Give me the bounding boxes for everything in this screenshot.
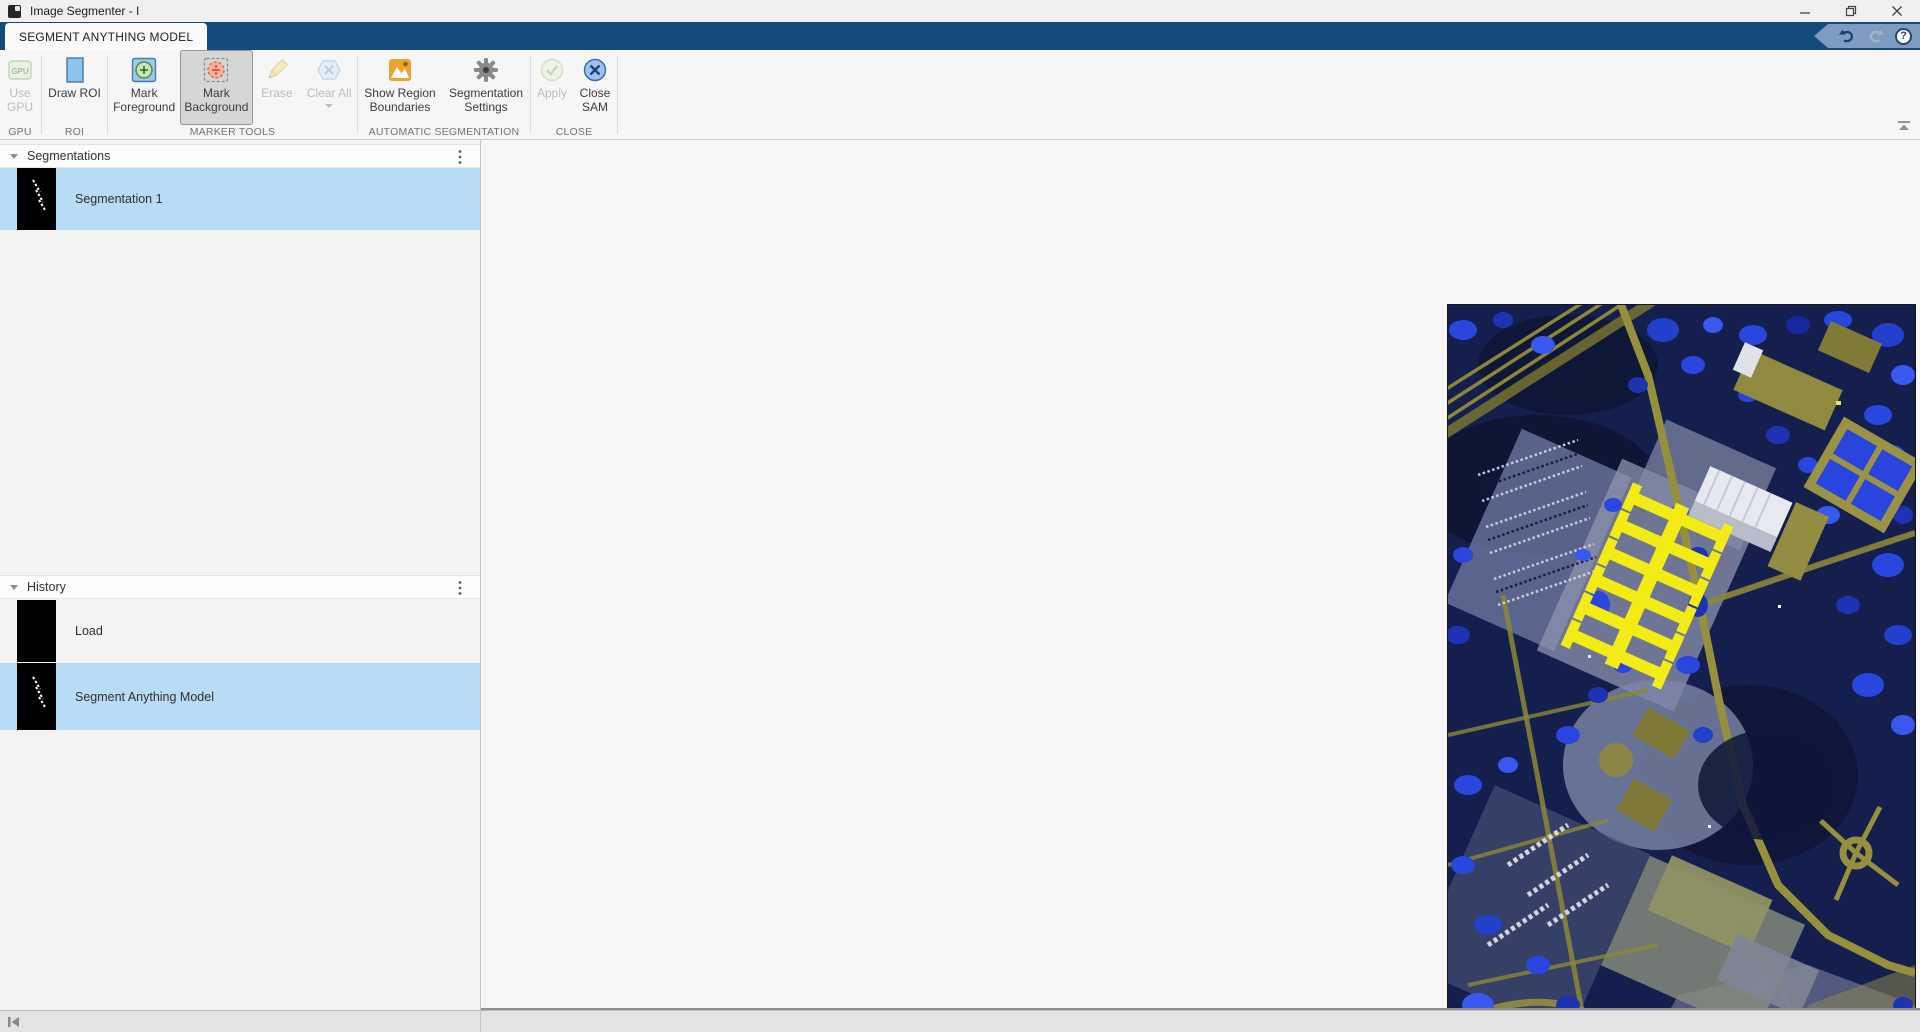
tab-segment-anything-model[interactable]: SEGMENT ANYTHING MODEL bbox=[5, 23, 208, 50]
close-icon bbox=[1892, 6, 1902, 16]
segmentations-menu-icon[interactable] bbox=[458, 149, 462, 170]
show-region-boundaries-icon bbox=[387, 56, 413, 84]
ribbon-group-close: Apply Close SAM CLOSE bbox=[531, 50, 617, 139]
help-button[interactable]: ? bbox=[1895, 27, 1912, 45]
apply-check-icon bbox=[539, 56, 565, 84]
erase-pencil-icon bbox=[264, 56, 290, 84]
group-label-automatic-segmentation: AUTOMATIC SEGMENTATION bbox=[368, 126, 520, 138]
svg-text:GPU: GPU bbox=[11, 67, 29, 76]
redo-icon bbox=[1869, 29, 1884, 43]
group-label-roi: ROI bbox=[64, 126, 85, 138]
mark-background-icon bbox=[203, 56, 229, 84]
close-sam-button[interactable]: Close SAM bbox=[573, 50, 617, 125]
undo-button[interactable] bbox=[1837, 26, 1857, 46]
undo-icon bbox=[1839, 29, 1854, 43]
collapse-caret-icon[interactable] bbox=[10, 153, 18, 159]
history-load-label: Load bbox=[75, 624, 103, 638]
image-segmenter-window: Image Segmenter - I SEGMENT ANYTHING MOD… bbox=[0, 0, 1920, 1032]
restore-button[interactable] bbox=[1828, 0, 1874, 22]
group-label-gpu: GPU bbox=[8, 126, 32, 138]
group-label-close: CLOSE bbox=[555, 126, 593, 138]
ribbon-group-marker-tools: Mark Foreground Mark Background Erase Cl… bbox=[108, 50, 357, 139]
browser-panel: Segmentations Segmentation 1 History Loa… bbox=[0, 140, 480, 1010]
segmentation-1-label: Segmentation 1 bbox=[75, 192, 163, 206]
load-thumbnail bbox=[17, 600, 56, 662]
gpu-icon: GPU bbox=[7, 56, 33, 84]
aerial-image[interactable] bbox=[1447, 304, 1916, 1032]
segment-anything-model-thumbnail bbox=[17, 663, 56, 730]
ribbon-toolstrip: GPU Use GPU GPU Draw ROI ROI Mark Foregr… bbox=[0, 50, 1920, 140]
clear-all-button[interactable]: Clear All bbox=[301, 50, 357, 125]
redo-button[interactable] bbox=[1866, 26, 1886, 46]
restore-icon bbox=[1845, 5, 1857, 17]
segmentation-settings-button[interactable]: Segmentation Settings bbox=[442, 50, 530, 125]
close-button[interactable] bbox=[1874, 0, 1920, 22]
roi-rectangle-icon bbox=[62, 56, 88, 84]
apply-button[interactable]: Apply bbox=[531, 50, 573, 125]
segmentations-section-header[interactable]: Segmentations bbox=[0, 144, 480, 168]
collapse-panel-button[interactable] bbox=[7, 1015, 20, 1032]
segmentations-title: Segmentations bbox=[27, 149, 111, 163]
mark-foreground-button[interactable]: Mark Foreground bbox=[108, 50, 180, 125]
clear-all-icon bbox=[316, 56, 342, 84]
history-section-header[interactable]: History bbox=[0, 575, 480, 599]
collapse-caret-icon[interactable] bbox=[10, 584, 18, 590]
history-menu-icon[interactable] bbox=[458, 580, 462, 601]
app-icon bbox=[8, 4, 21, 18]
aerial-false-color-image bbox=[1448, 305, 1915, 1032]
history-item-segment-anything-model[interactable]: Segment Anything Model bbox=[0, 663, 480, 730]
ribbon-tab-band: SEGMENT ANYTHING MODEL ? bbox=[0, 22, 1920, 50]
erase-button[interactable]: Erase bbox=[253, 50, 302, 125]
image-display-area bbox=[481, 140, 1920, 1032]
minimize-button[interactable] bbox=[1782, 0, 1828, 22]
collapse-ribbon-icon bbox=[1898, 121, 1910, 130]
segmentation-1-item[interactable]: Segmentation 1 bbox=[0, 168, 480, 230]
title-bar: Image Segmenter - I bbox=[0, 0, 1920, 22]
ribbon-group-roi: Draw ROI ROI bbox=[42, 50, 107, 139]
ribbon-group-gpu: GPU Use GPU GPU bbox=[0, 50, 40, 139]
group-separator bbox=[617, 56, 618, 134]
ribbon-group-automatic-segmentation: Show Region Boundaries Segmentation Sett… bbox=[358, 50, 530, 139]
clear-all-dropdown-caret[interactable] bbox=[325, 103, 334, 108]
window-title: Image Segmenter - I bbox=[30, 4, 140, 18]
collapse-ribbon-button[interactable] bbox=[1896, 118, 1912, 136]
bottom-bar-divider bbox=[480, 1011, 481, 1032]
segmentation-1-thumbnail bbox=[17, 168, 56, 230]
use-gpu-button[interactable]: GPU Use GPU bbox=[0, 50, 40, 125]
skip-to-start-icon bbox=[8, 1017, 19, 1027]
close-sam-icon bbox=[582, 56, 608, 84]
history-title: History bbox=[27, 580, 66, 594]
show-region-boundaries-button[interactable]: Show Region Boundaries bbox=[358, 50, 442, 125]
mark-foreground-icon bbox=[131, 56, 157, 84]
mark-background-button[interactable]: Mark Background bbox=[180, 50, 253, 125]
quick-access-toolbar: ? bbox=[1814, 24, 1920, 48]
minimize-icon bbox=[1800, 12, 1810, 14]
history-sam-label: Segment Anything Model bbox=[75, 689, 214, 704]
bottom-status-bar bbox=[0, 1010, 1920, 1032]
gear-icon bbox=[473, 56, 499, 84]
draw-roi-button[interactable]: Draw ROI bbox=[42, 50, 107, 125]
history-item-load[interactable]: Load bbox=[0, 600, 480, 662]
group-label-marker-tools: MARKER TOOLS bbox=[189, 126, 276, 138]
